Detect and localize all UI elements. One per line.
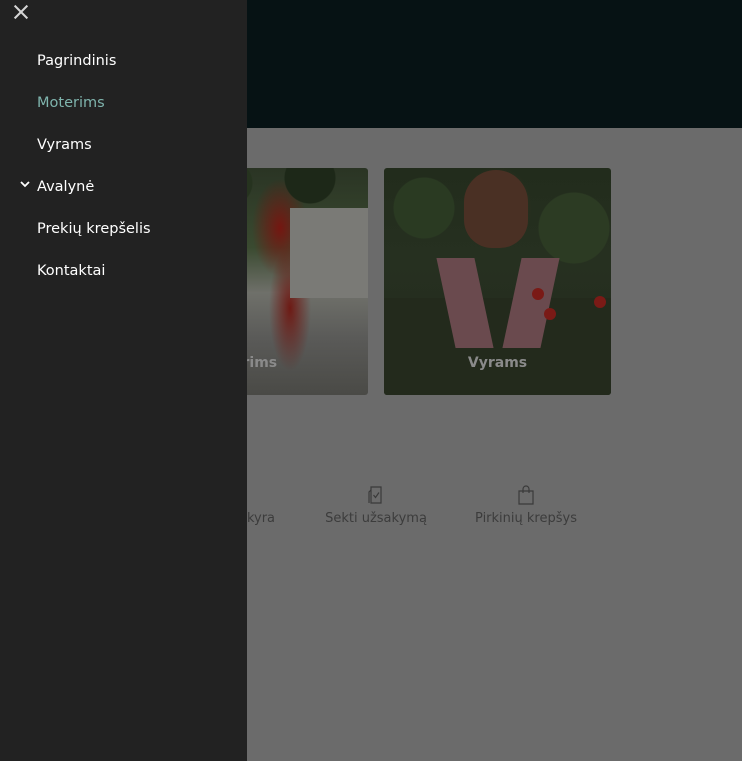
card-image-building xyxy=(290,208,368,298)
nav-item-vyrams[interactable]: Vyrams xyxy=(0,124,247,166)
nav-item-avalyne[interactable]: Avalynė xyxy=(0,166,247,208)
drawer-nav: Pagrindinis Moterims Vyrams Avalynė Prek… xyxy=(0,40,247,292)
feature-label: kyra xyxy=(246,511,276,526)
nav-item-cart[interactable]: Prekių krepšelis xyxy=(0,208,247,250)
card-image-face xyxy=(464,170,528,248)
feature-shopping-bag[interactable]: Pirkinių krepšys xyxy=(470,485,582,526)
nav-item-moterims[interactable]: Moterims xyxy=(0,82,247,124)
nav-item-label: Kontaktai xyxy=(37,263,106,279)
feature-label: Pirkinių krepšys xyxy=(475,511,577,526)
feature-track-order[interactable]: Sekti užsakymą xyxy=(320,485,432,526)
feature-label: Sekti užsakymą xyxy=(325,511,427,526)
clipboard-check-icon xyxy=(368,486,382,504)
chevron-down-icon[interactable] xyxy=(20,179,30,189)
category-card-label: erims xyxy=(233,355,278,371)
shopping-bag-icon xyxy=(518,485,534,505)
nav-item-pagrindinis[interactable]: Pagrindinis xyxy=(0,40,247,82)
card-image-flower xyxy=(594,296,606,308)
category-card-label: Vyrams xyxy=(467,355,528,371)
nav-item-kontaktai[interactable]: Kontaktai xyxy=(0,250,247,292)
category-card-men[interactable]: Vyrams xyxy=(384,168,611,395)
side-drawer: Pagrindinis Moterims Vyrams Avalynė Prek… xyxy=(0,0,247,761)
close-icon[interactable] xyxy=(12,3,30,21)
nav-item-label: Moterims xyxy=(37,95,105,111)
nav-item-label: Pagrindinis xyxy=(37,53,117,69)
nav-item-label: Vyrams xyxy=(37,137,92,153)
card-image-flower xyxy=(544,308,556,320)
nav-item-label: Prekių krepšelis xyxy=(37,221,151,237)
nav-item-label: Avalynė xyxy=(37,179,95,195)
card-image-flower xyxy=(532,288,544,300)
card-image-jacket xyxy=(384,298,611,395)
